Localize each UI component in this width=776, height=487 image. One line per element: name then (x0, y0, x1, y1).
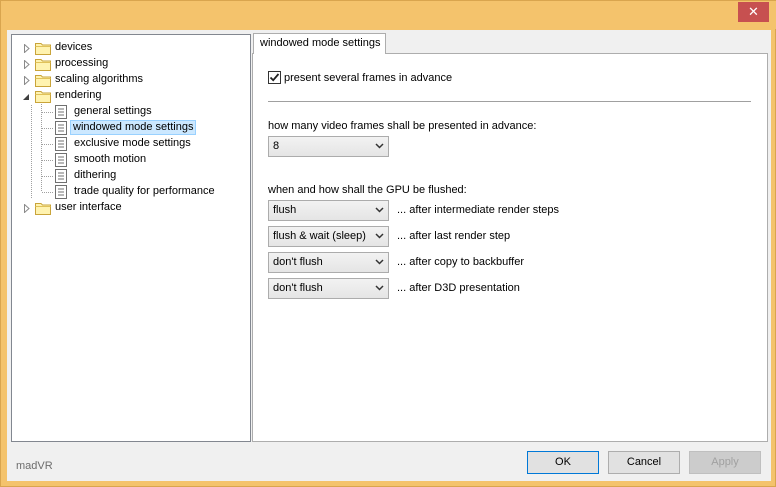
folder-icon (35, 57, 51, 71)
tree-item-label: smooth motion (74, 153, 147, 165)
chevron-down-icon (375, 259, 384, 265)
frames-count-value: 8 (273, 140, 280, 152)
tree-branch-line (42, 192, 54, 193)
flush-intermediate-label: ... after intermediate render steps (397, 204, 560, 216)
flush-intermediate-value: flush (273, 204, 297, 216)
flush-d3d-dropdown[interactable]: don't flush (268, 278, 389, 299)
tree-item-dithering[interactable]: dithering (12, 168, 250, 184)
page-icon (55, 185, 67, 199)
tree-branch-line (42, 128, 54, 129)
flush-question-label: when and how shall the GPU be flushed: (268, 184, 467, 196)
tree-item-label: dithering (74, 169, 117, 181)
present-advance-label[interactable]: present several frames in advance (284, 72, 452, 84)
tree-item-scaling-algorithms[interactable]: scaling algorithms (12, 72, 250, 88)
page-icon (55, 169, 67, 183)
close-icon: ✕ (748, 4, 759, 19)
chevron-down-icon (375, 233, 384, 239)
tree-item-devices[interactable]: devices (12, 40, 250, 56)
tree-item-label: scaling algorithms (55, 73, 144, 85)
flush-intermediate-dropdown[interactable]: flush (268, 200, 389, 221)
flush-last-step-label: ... after last render step (397, 230, 511, 242)
frames-count-dropdown[interactable]: 8 (268, 136, 389, 157)
chevron-down-icon (375, 285, 384, 291)
expand-arrow-icon[interactable] (22, 60, 31, 69)
tree-item-windowed-mode-settings[interactable]: windowed mode settings (12, 120, 250, 136)
flush-last-step-dropdown[interactable]: flush & wait (sleep) (268, 226, 389, 247)
tree-item-smooth-motion[interactable]: smooth motion (12, 152, 250, 168)
tree-item-label: windowed mode settings (70, 120, 197, 135)
title-bar[interactable]: ✕ (1, 1, 776, 29)
expand-arrow-icon[interactable] (22, 76, 31, 85)
folder-icon (35, 41, 51, 55)
expand-arrow-icon[interactable] (22, 44, 31, 53)
flush-last-step-value: flush & wait (sleep) (273, 230, 366, 242)
expand-arrow-icon[interactable] (22, 204, 31, 213)
folder-open-icon (35, 89, 51, 103)
chevron-down-icon (375, 143, 384, 149)
page-icon (55, 153, 67, 167)
tree-item-label: rendering (55, 89, 102, 101)
tree-item-label: trade quality for performance (74, 185, 215, 197)
settings-window: ✕ devices processing scaling algorithms … (0, 0, 776, 487)
folder-icon (35, 201, 51, 215)
separator (268, 101, 751, 102)
tree-item-trade-quality[interactable]: trade quality for performance (12, 184, 250, 200)
tree-branch-line (42, 160, 54, 161)
tree-item-exclusive-mode-settings[interactable]: exclusive mode settings (12, 136, 250, 152)
flush-backbuffer-label: ... after copy to backbuffer (397, 256, 524, 268)
tree-item-label: user interface (55, 201, 122, 213)
tree-item-rendering[interactable]: rendering (12, 88, 250, 104)
tree-item-label: exclusive mode settings (74, 137, 191, 149)
flush-backbuffer-dropdown[interactable]: don't flush (268, 252, 389, 273)
flush-backbuffer-value: don't flush (273, 256, 323, 268)
chevron-down-icon (375, 207, 384, 213)
check-mark-icon (269, 73, 280, 82)
present-advance-checkbox[interactable] (268, 71, 281, 84)
page-icon (55, 121, 67, 135)
frames-question-label: how many video frames shall be presented… (268, 120, 537, 132)
cancel-button[interactable]: Cancel (608, 451, 680, 474)
tree-branch-line (42, 112, 54, 113)
tree-item-user-interface[interactable]: user interface (12, 200, 250, 216)
folder-icon (35, 73, 51, 87)
tree-item-general-settings[interactable]: general settings (12, 104, 250, 120)
settings-page: present several frames in advance how ma… (252, 53, 768, 442)
settings-tree[interactable]: devices processing scaling algorithms re… (11, 34, 251, 442)
apply-button[interactable]: Apply (689, 451, 761, 474)
tab-windowed-mode-settings[interactable]: windowed mode settings (253, 33, 386, 54)
dialog-client: devices processing scaling algorithms re… (7, 30, 771, 481)
page-icon (55, 105, 67, 119)
tree-item-label: processing (55, 57, 109, 69)
page-icon (55, 137, 67, 151)
tree-item-label: general settings (74, 105, 152, 117)
flush-d3d-label: ... after D3D presentation (397, 282, 520, 294)
tree-branch-line (42, 176, 54, 177)
flush-d3d-value: don't flush (273, 282, 323, 294)
tree-item-processing[interactable]: processing (12, 56, 250, 72)
app-name-label: madVR (16, 460, 53, 472)
tree-branch-line (42, 144, 54, 145)
tree-item-label: devices (55, 41, 93, 53)
close-button[interactable]: ✕ (738, 2, 769, 22)
collapse-arrow-icon[interactable] (21, 92, 30, 101)
ok-button[interactable]: OK (527, 451, 599, 474)
